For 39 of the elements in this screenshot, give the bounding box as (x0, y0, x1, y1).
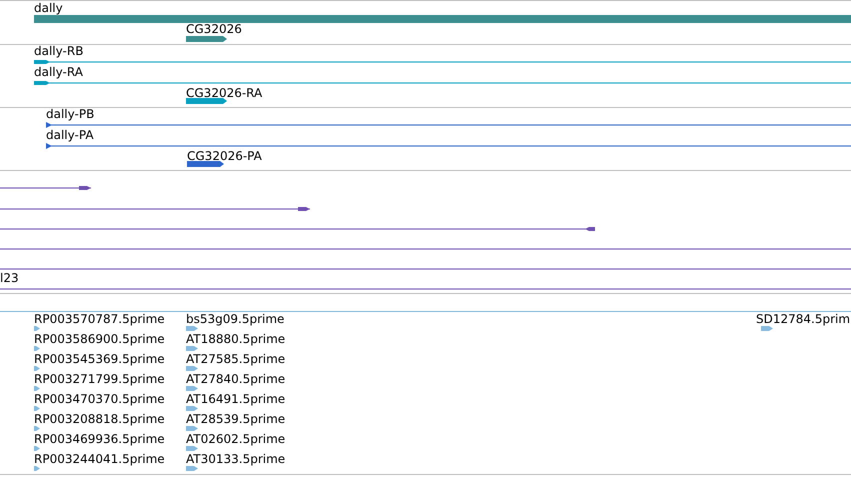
feature-label: CG32026 (186, 23, 242, 36)
feature-glyph[interactable] (0, 185, 91, 191)
feature-label: AT30133.5prime (186, 453, 286, 466)
feature-label: RP003208818.5prime (34, 413, 165, 426)
feature-label: AT16491.5prime (186, 393, 286, 406)
feature-glyph[interactable] (0, 246, 851, 252)
feature-label: RP003470370.5prime (34, 393, 165, 406)
feature-label: dally-PA (46, 129, 94, 142)
feature-label: RP003586900.5prime (34, 333, 165, 346)
feature-glyph[interactable] (0, 286, 851, 292)
feature-glyph[interactable] (46, 122, 851, 128)
feature-label: l23 (0, 272, 19, 285)
feature-glyph[interactable] (187, 161, 224, 167)
feature-label: AT18880.5prime (186, 333, 286, 346)
feature-label: dally-RA (34, 66, 83, 79)
feature-label: RP003469936.5prime (34, 433, 165, 446)
feature-glyph[interactable] (186, 98, 227, 104)
feature-label: AT02602.5prime (186, 433, 286, 446)
feature-label: CG32026-PA (187, 150, 262, 163)
feature-label: bs53g09.5prime (186, 313, 284, 326)
feature-label: dally (34, 2, 63, 15)
feature-glyph[interactable] (186, 36, 227, 42)
feature-glyph[interactable] (0, 206, 310, 212)
feature-label: RP003570787.5prime (34, 313, 165, 326)
feature-label: SD12784.5prim (756, 313, 850, 326)
feature-glyph[interactable] (46, 143, 851, 149)
feature-label: AT27585.5prime (186, 353, 286, 366)
feature-glyph[interactable] (34, 80, 851, 86)
feature-label: dally-RB (34, 45, 84, 58)
feature-glyph[interactable] (0, 226, 595, 232)
feature-label: RP003244041.5prime (34, 453, 165, 466)
feature-label: AT28539.5prime (186, 413, 286, 426)
feature-label: CG32026-RA (186, 87, 262, 100)
feature-label: dally-PB (46, 108, 94, 121)
feature-label: RP003271799.5prime (34, 373, 165, 386)
feature-label: RP003545369.5prime (34, 353, 165, 366)
feature-label: AT27840.5prime (186, 373, 286, 386)
feature-glyph[interactable] (0, 266, 851, 272)
feature-glyph[interactable] (34, 59, 851, 65)
